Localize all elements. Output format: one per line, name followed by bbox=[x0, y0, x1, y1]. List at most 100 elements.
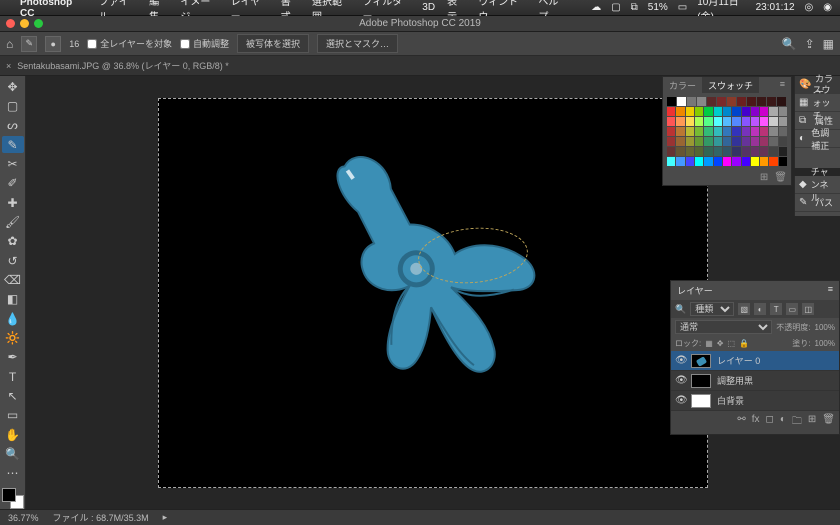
layer-filter-pixel-icon[interactable]: ▧ bbox=[738, 303, 750, 315]
swatch-cell[interactable] bbox=[760, 157, 768, 166]
panel-tab-swatch[interactable]: ▦スウォッチ bbox=[795, 94, 840, 112]
lasso-tool[interactable]: ᔕ bbox=[2, 117, 24, 134]
panel-tab-adjustments[interactable]: ◐色調補正 bbox=[795, 130, 840, 148]
brush-options-icon[interactable]: ● bbox=[45, 36, 61, 52]
eraser-tool[interactable]: ⌫ bbox=[2, 271, 24, 288]
swatch-delete-icon[interactable]: 🗑 bbox=[774, 172, 787, 183]
swatch-cell[interactable] bbox=[676, 117, 684, 126]
swatch-cell[interactable] bbox=[742, 147, 750, 156]
swatchpanel-tab-swatch[interactable]: スウォッチ bbox=[702, 77, 759, 93]
layer-thumbnail[interactable] bbox=[691, 354, 711, 368]
sample-all-layers-checkbox[interactable] bbox=[87, 39, 97, 49]
swatch-cell[interactable] bbox=[757, 97, 766, 106]
select-subject-button[interactable]: 被写体を選択 bbox=[237, 34, 309, 53]
layer-filter-smart-icon[interactable]: ◫ bbox=[802, 303, 814, 315]
select-and-mask-button[interactable]: 選択とマスク… bbox=[317, 34, 398, 53]
swatch-cell[interactable] bbox=[751, 127, 759, 136]
eyedropper-tool[interactable]: ✐ bbox=[2, 175, 24, 192]
siri-icon[interactable]: ◉ bbox=[823, 2, 832, 13]
swatch-cell[interactable] bbox=[723, 117, 731, 126]
layer-row[interactable]: 👁レイヤー 0 bbox=[671, 351, 839, 371]
spotlight-icon[interactable]: ◎ bbox=[805, 2, 814, 13]
swatch-cell[interactable] bbox=[769, 127, 777, 136]
swatch-cell[interactable] bbox=[732, 107, 740, 116]
layer-visibility-icon[interactable]: 👁 bbox=[675, 375, 685, 386]
swatch-cell[interactable] bbox=[667, 137, 675, 146]
autoenhance-checkbox[interactable] bbox=[180, 39, 190, 49]
layer-name[interactable]: 調整用黒 bbox=[717, 374, 753, 387]
swatch-cell[interactable] bbox=[760, 117, 768, 126]
swatch-cell[interactable] bbox=[714, 147, 722, 156]
layer-thumbnail[interactable] bbox=[691, 394, 711, 408]
swatch-cell[interactable] bbox=[742, 157, 750, 166]
pen-tool[interactable]: ✒ bbox=[2, 349, 24, 366]
swatch-cell[interactable] bbox=[779, 137, 787, 146]
document-tab-close-icon[interactable]: × bbox=[6, 61, 11, 71]
layer-row[interactable]: 👁 調整用黒 bbox=[671, 371, 839, 391]
swatch-cell[interactable] bbox=[760, 127, 768, 136]
swatch-cell[interactable] bbox=[667, 157, 675, 166]
swatch-cell[interactable] bbox=[769, 117, 777, 126]
lock-pixels-icon[interactable]: ▦ bbox=[705, 339, 713, 348]
history-brush-tool[interactable]: ↺ bbox=[2, 252, 24, 269]
tool-preset-icon[interactable]: ✎ bbox=[21, 36, 37, 52]
swatch-cell[interactable] bbox=[751, 107, 759, 116]
healing-tool[interactable]: ✚ bbox=[2, 194, 24, 211]
swatch-cell[interactable] bbox=[723, 137, 731, 146]
hand-tool[interactable]: ✋ bbox=[2, 426, 24, 443]
swatch-cell[interactable] bbox=[686, 117, 694, 126]
swatch-cell[interactable] bbox=[704, 117, 712, 126]
opacity-value[interactable]: 100% bbox=[815, 323, 835, 332]
status-zoom[interactable]: 36.77% bbox=[8, 513, 39, 523]
swatch-cell[interactable] bbox=[714, 127, 722, 136]
move-tool[interactable]: ✥ bbox=[2, 78, 24, 95]
swatch-cell[interactable] bbox=[704, 147, 712, 156]
swatch-cell[interactable] bbox=[677, 97, 686, 106]
brush-tool[interactable]: 🖌 bbox=[2, 213, 24, 230]
swatch-cell[interactable] bbox=[695, 117, 703, 126]
layer-name[interactable]: 白背景 bbox=[717, 394, 744, 407]
cloud-icon[interactable]: ☁︎ bbox=[591, 2, 601, 13]
swatch-cell[interactable] bbox=[723, 157, 731, 166]
layer-row[interactable]: 👁 白背景 bbox=[671, 391, 839, 411]
layer-filter-adjust-icon[interactable]: ◐ bbox=[754, 303, 766, 315]
layer-thumbnail[interactable] bbox=[691, 374, 711, 388]
lock-artboard-icon[interactable]: ⬚ bbox=[728, 339, 736, 348]
swatch-cell[interactable] bbox=[742, 107, 750, 116]
swatch-cell[interactable] bbox=[714, 107, 722, 116]
swatch-cell[interactable] bbox=[769, 137, 777, 146]
document-canvas[interactable] bbox=[158, 98, 708, 488]
swatch-cell[interactable] bbox=[695, 127, 703, 136]
swatch-cell[interactable] bbox=[717, 97, 726, 106]
swatch-new-icon[interactable]: ⊞ bbox=[760, 172, 768, 183]
swatch-cell[interactable] bbox=[732, 157, 740, 166]
swatch-cell[interactable] bbox=[676, 157, 684, 166]
swatch-cell[interactable] bbox=[704, 157, 712, 166]
panel-tab-paths[interactable]: ✎パス bbox=[795, 194, 840, 212]
swatch-cell[interactable] bbox=[723, 107, 731, 116]
layer-visibility-icon[interactable]: 👁 bbox=[675, 395, 685, 406]
swatch-cell[interactable] bbox=[723, 147, 731, 156]
swatchpanel-tab-color[interactable]: カラー bbox=[663, 77, 702, 93]
swatch-cell[interactable] bbox=[737, 97, 746, 106]
swatch-cell[interactable] bbox=[732, 127, 740, 136]
gradient-tool[interactable]: ◧ bbox=[2, 291, 24, 308]
swatch-cell[interactable] bbox=[779, 117, 787, 126]
layer-name[interactable]: レイヤー 0 bbox=[717, 354, 760, 367]
swatch-cell[interactable] bbox=[695, 147, 703, 156]
swatch-cell[interactable] bbox=[751, 117, 759, 126]
swatch-cell[interactable] bbox=[779, 157, 787, 166]
close-window-icon[interactable] bbox=[6, 19, 15, 28]
status-menu-icon[interactable]: ▸ bbox=[163, 512, 168, 523]
swatch-cell[interactable] bbox=[676, 127, 684, 136]
swatch-cell[interactable] bbox=[686, 127, 694, 136]
swatch-cell[interactable] bbox=[732, 137, 740, 146]
layer-new-icon[interactable]: ⊞ bbox=[808, 414, 816, 431]
panel-tab-channels[interactable]: ◆チャンネル bbox=[795, 176, 840, 194]
swatch-cell[interactable] bbox=[727, 97, 736, 106]
swatch-cell[interactable] bbox=[760, 147, 768, 156]
swatch-cell[interactable] bbox=[742, 137, 750, 146]
swatch-cell[interactable] bbox=[686, 137, 694, 146]
layer-link-icon[interactable]: ⚯ bbox=[737, 414, 745, 431]
zoom-tool[interactable]: 🔍 bbox=[2, 445, 24, 462]
